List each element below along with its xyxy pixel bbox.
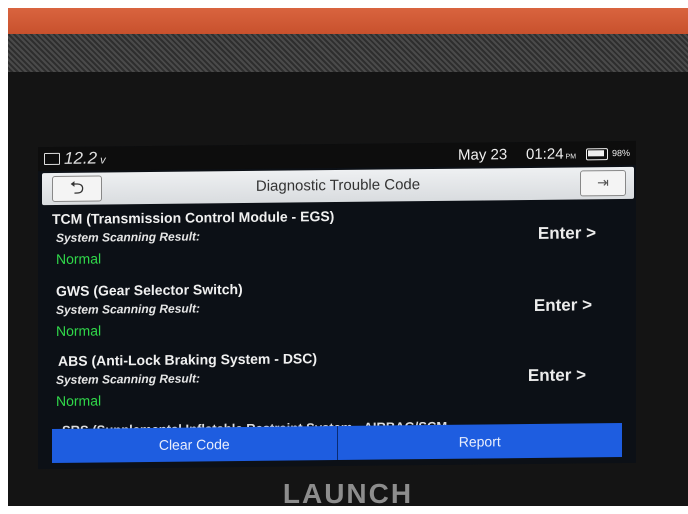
status-time: 01:24 PM: [526, 145, 577, 164]
system-item-gws[interactable]: GWS (Gear Selector Switch) System Scanni…: [38, 275, 636, 351]
enter-button[interactable]: Enter >: [538, 223, 596, 244]
bottom-action-bar: Clear Code Report: [52, 423, 622, 463]
battery-level-icon: [586, 148, 608, 161]
clear-code-button[interactable]: Clear Code: [52, 426, 337, 463]
status-bar: 12.2 v May 23 01:24 PM 98%: [38, 140, 636, 172]
voltage-readout: 12.2 v: [64, 148, 106, 168]
system-list: TCM (Transmission Control Module - EGS) …: [38, 201, 636, 438]
system-item-abs[interactable]: ABS (Anti-Lock Braking System - DSC) Sys…: [38, 345, 636, 421]
scan-tool-device: 12.2 v May 23 01:24 PM 98% ⮌ Diagnostic Tr…: [8, 8, 688, 506]
scan-result-label: System Scanning Result:: [56, 229, 201, 245]
speaker-grille: [8, 34, 688, 74]
scan-status: Normal: [56, 250, 102, 267]
case-top: [8, 8, 688, 34]
system-item-tcm[interactable]: TCM (Transmission Control Module - EGS) …: [38, 203, 636, 279]
title-bar: ⮌ Diagnostic Trouble Code ⇥: [42, 166, 634, 206]
enter-button[interactable]: Enter >: [528, 365, 586, 386]
exit-button[interactable]: ⇥: [580, 169, 626, 197]
car-battery-icon: [44, 152, 60, 166]
system-name: GWS (Gear Selector Switch): [56, 280, 243, 299]
system-name: ABS (Anti-Lock Braking System - DSC): [58, 350, 318, 369]
launch-logo: LAUNCH: [282, 478, 414, 506]
scan-result-label: System Scanning Result:: [56, 301, 201, 317]
scan-status: Normal: [56, 392, 102, 409]
exit-door-icon: ⇥: [597, 174, 609, 191]
page-title: Diagnostic Trouble Code: [255, 176, 421, 195]
system-name: TCM (Transmission Control Module - EGS): [52, 208, 335, 227]
report-button[interactable]: Report: [336, 423, 622, 461]
status-date: May 23: [458, 146, 508, 164]
screen: 12.2 v May 23 01:24 PM 98% ⮌ Diagnostic Tr…: [38, 140, 636, 470]
scan-status: Normal: [56, 322, 102, 339]
enter-button[interactable]: Enter >: [534, 295, 592, 316]
battery-percent: 98%: [612, 147, 631, 159]
scan-result-label: System Scanning Result:: [56, 371, 201, 387]
